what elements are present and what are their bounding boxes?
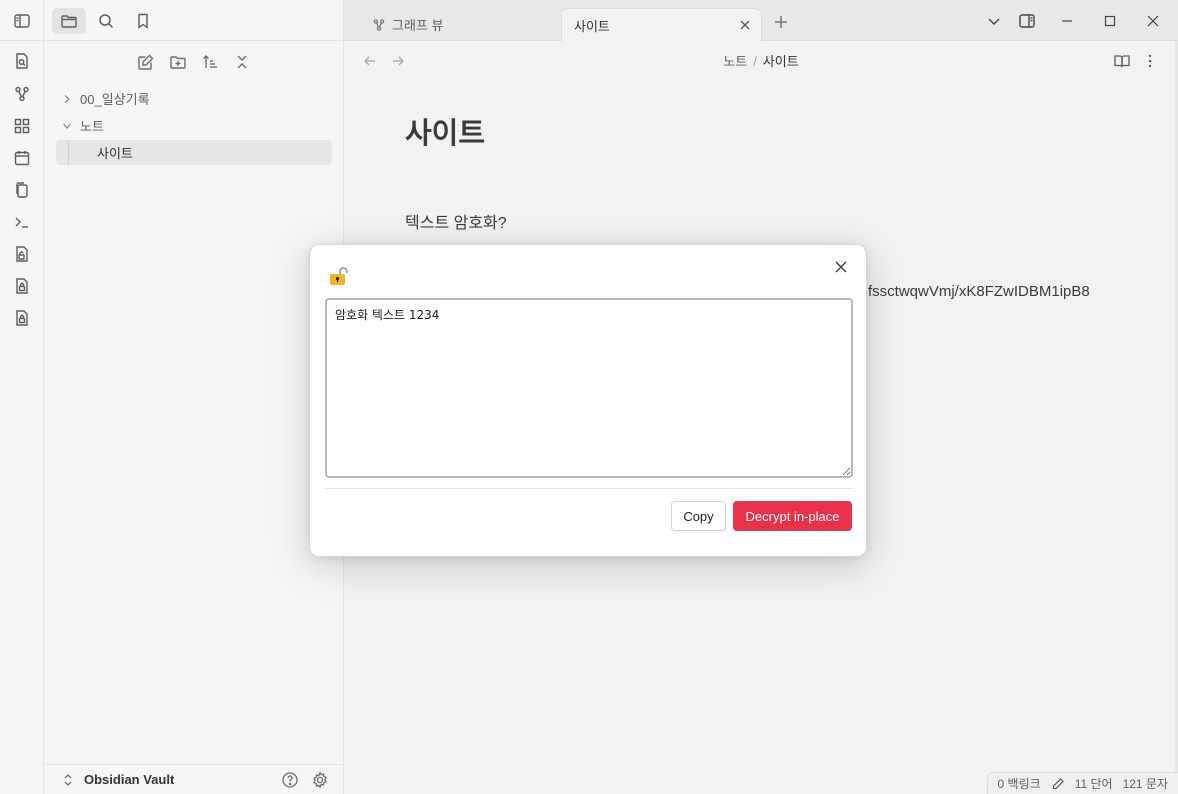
help-icon[interactable] [280,770,300,790]
tree-item-label: 노트 [80,119,104,134]
terminal-icon[interactable] [12,212,32,232]
backlinks-count[interactable]: 0 백링크 [998,775,1041,792]
note-encrypted-text[interactable]: fssctwqwVmj/xK8FZwIDBM1ipB8 [868,283,1090,300]
templates-icon[interactable] [12,180,32,200]
breadcrumb: 노트 / 사이트 [344,51,1178,70]
close-tab-icon[interactable] [737,17,753,33]
chevron-up-down-icon [62,773,74,787]
canvas-icon[interactable] [12,116,32,136]
tab-graph-view[interactable]: 그래프 뷰 [360,8,560,41]
note-text-line[interactable]: 텍스트 암호화? [405,209,507,233]
ribbon-top [0,0,44,41]
tree-folder-daily[interactable]: 00_일상기록 [56,86,332,111]
settings-gear-icon[interactable] [310,770,330,790]
breadcrumb-separator: / [753,54,757,69]
tab-bar: 그래프 뷰 사이트 [344,0,1178,41]
new-tab-plus-icon[interactable] [770,11,792,33]
copy-button[interactable]: Copy [671,501,726,531]
bookmark-icon [134,12,152,30]
graph-view-icon[interactable] [12,84,32,104]
note-title[interactable]: 사이트 [405,110,485,152]
status-bar: 0 백링크 11 단어 121 문자 [986,772,1178,794]
folder-icon [60,12,78,30]
maximize-icon[interactable] [1099,10,1121,32]
search-tab[interactable] [89,8,123,34]
decrypted-text-area[interactable]: 암호화 텍스트 1234 [325,298,853,478]
app-window: 00_일상기록 노트 사이트 Obsidian Vault 그래프 뷰 사이트 … [0,0,1178,794]
file-explorer-tab[interactable] [52,8,86,34]
new-folder-icon[interactable] [166,50,190,74]
tab-site[interactable]: 사이트 [561,8,762,41]
more-options-icon[interactable] [1140,51,1160,71]
tab-list-chevron-down-icon[interactable] [983,10,1005,32]
ribbon [0,0,44,794]
sidebar-tabbar [44,0,344,41]
vault-name: Obsidian Vault [84,772,175,787]
breadcrumb-parent[interactable]: 노트 [723,54,747,69]
tree-item-label: 사이트 [97,146,133,161]
sidebar-toggle-icon[interactable] [12,11,32,31]
quick-switcher-icon[interactable] [12,51,32,71]
encrypt-file-icon[interactable] [12,308,32,328]
lock-file-icon[interactable] [12,276,32,296]
reading-view-book-icon[interactable] [1112,51,1132,71]
decrypt-modal: 암호화 텍스트 1234 Copy Decrypt in-place [309,244,867,557]
file-lock-icon[interactable] [12,244,32,264]
decrypt-in-place-button[interactable]: Decrypt in-place [733,501,852,531]
char-count: 121 문자 [1122,777,1168,791]
graph-icon [372,18,386,32]
minimize-icon[interactable] [1056,10,1078,32]
file-tree: 00_일상기록 노트 사이트 [56,86,332,167]
close-modal-icon[interactable] [831,257,851,277]
vault-switcher[interactable]: Obsidian Vault [44,764,344,794]
view-header: 노트 / 사이트 [344,41,1178,79]
tree-indent-guide [68,140,69,165]
word-count: 11 단어 [1074,777,1113,791]
bookmarks-tab[interactable] [126,8,160,34]
right-sidebar-toggle-icon[interactable] [1016,10,1038,32]
breadcrumb-current[interactable]: 사이트 [763,54,799,69]
tree-item-label: 00_일상기록 [80,92,150,107]
tab-label: 사이트 [574,18,610,34]
new-note-icon[interactable] [134,50,158,74]
search-icon [97,12,115,30]
left-sidebar: 00_일상기록 노트 사이트 Obsidian Vault [44,0,344,794]
tree-folder-notes[interactable]: 노트 [56,113,332,138]
tree-file-site[interactable]: 사이트 [56,140,332,165]
sort-icon[interactable] [198,50,222,74]
editing-mode-pencil-icon[interactable] [1051,777,1065,791]
calendar-icon[interactable] [12,148,32,168]
unlocked-padlock-icon [328,265,350,287]
tab-label: 그래프 뷰 [392,18,444,33]
chevron-right-icon [60,92,74,106]
close-window-icon[interactable] [1142,10,1164,32]
modal-divider [325,488,853,489]
chevron-down-icon [60,119,74,133]
file-explorer-actions [44,48,344,76]
collapse-all-icon[interactable] [230,50,254,74]
